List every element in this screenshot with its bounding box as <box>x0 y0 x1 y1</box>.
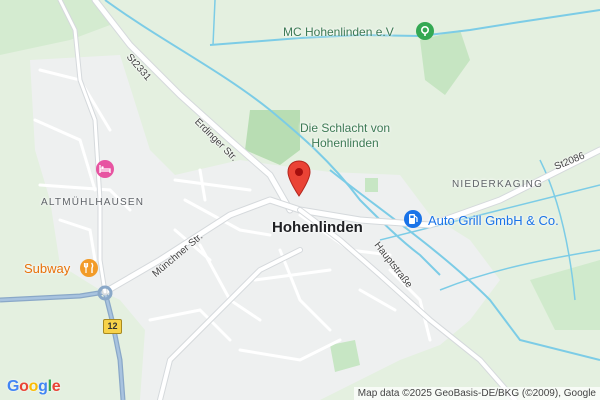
map-pin-icon[interactable] <box>286 160 312 198</box>
place-label-niederkaging: NIEDERKAGING <box>452 179 544 190</box>
route-12-shield: 12 <box>103 319 122 334</box>
restaurant-icon[interactable] <box>80 259 98 277</box>
google-logo: Google <box>7 378 61 395</box>
fuel-station-icon[interactable] <box>404 210 422 228</box>
poi-battle-line2: Hohenlinden <box>311 136 379 150</box>
town-label-hohenlinden[interactable]: Hohenlinden <box>272 219 363 236</box>
poi-label-auto-grill[interactable]: Auto Grill GmbH & Co. <box>428 213 559 228</box>
landmark-icon[interactable] <box>416 22 434 40</box>
hotel-icon[interactable] <box>96 160 114 178</box>
place-label-altmuehlhausen: ALTMÜHLHAUSEN <box>41 197 145 208</box>
map-attribution[interactable]: Map data ©2025 GeoBasis-DE/BKG (©2009), … <box>353 387 600 400</box>
poi-battle-line1: Die Schlacht von <box>300 121 391 135</box>
map-canvas[interactable]: St2331 Erdinger Str. Münchner Str. Haupt… <box>0 0 600 400</box>
poi-label-mc-hohenlinden[interactable]: MC Hohenlinden e.V <box>283 25 394 40</box>
poi-label-schlacht-von-hohenlinden[interactable]: Die Schlacht von Hohenlinden <box>300 121 390 151</box>
poi-label-subway[interactable]: Subway <box>24 261 70 276</box>
